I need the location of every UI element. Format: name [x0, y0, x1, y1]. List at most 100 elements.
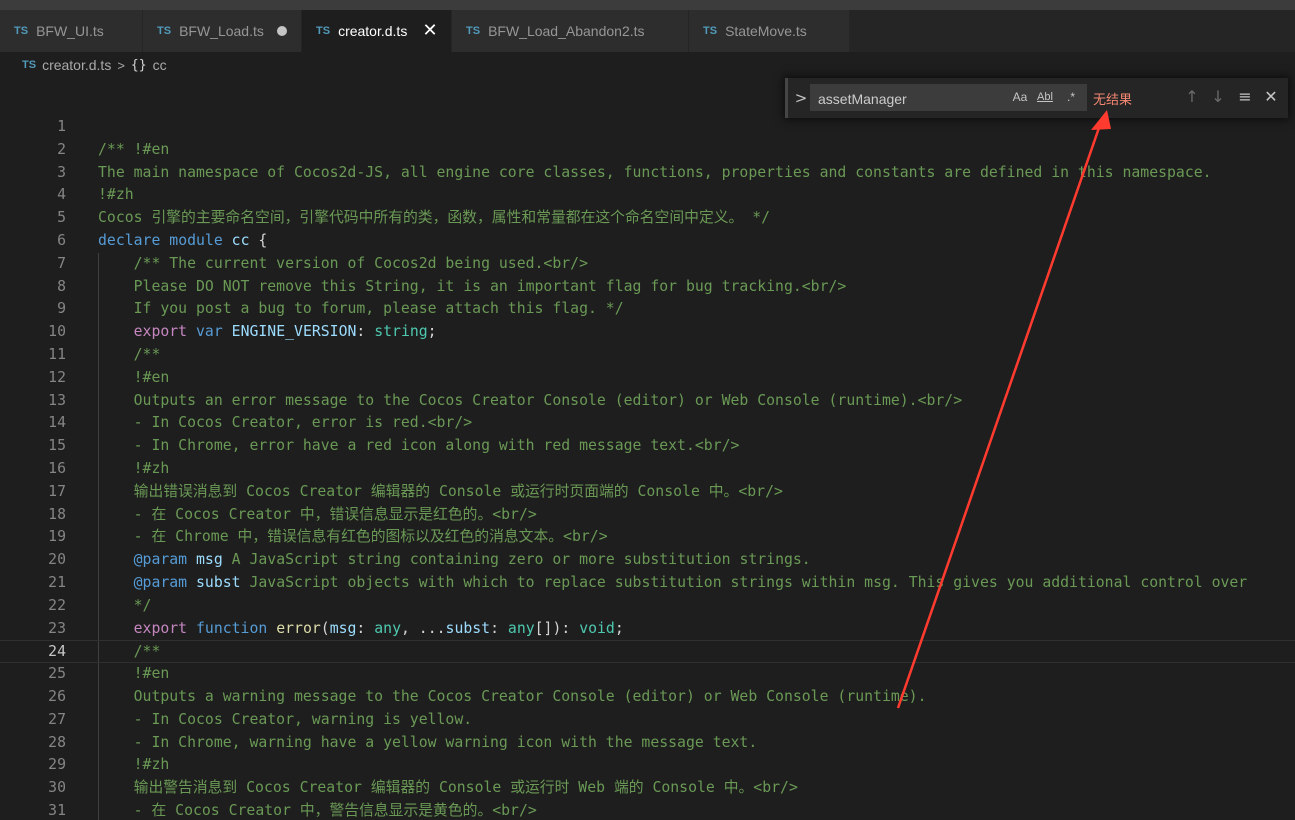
- code-token: string: [374, 323, 428, 341]
- code-line[interactable]: 3 The main namespace of Cocos2d-JS, all e…: [0, 162, 1295, 185]
- unsaved-dot-icon[interactable]: [277, 26, 287, 36]
- previous-match-arrow-up-icon[interactable]: ↑: [1181, 86, 1203, 108]
- code-line[interactable]: 31 - 在 Cocos Creator 中，警告信息显示是黄色的。<br/>: [0, 800, 1295, 820]
- code-line[interactable]: 5 Cocos 引擎的主要命名空间，引擎代码中所有的类，函数，属性和常量都在这个命…: [0, 207, 1295, 230]
- title-bar: [0, 0, 1295, 10]
- code-line[interactable]: 7 /** The current version of Cocos2d bei…: [0, 252, 1295, 276]
- line-number: 22: [48, 596, 66, 614]
- code-line[interactable]: 2 /** !#en: [0, 139, 1295, 162]
- code-line[interactable]: 18 - 在 Cocos Creator 中，错误信息显示是红色的。<br/>: [0, 503, 1295, 527]
- tab-label: BFW_UI.ts: [36, 23, 104, 39]
- code-text: - 在 Cocos Creator 中，错误信息显示是红色的。<br/>: [98, 504, 537, 527]
- code-line[interactable]: 19 - 在 Chrome 中，错误信息有红色的图标以及红色的消息文本。<br/…: [0, 526, 1295, 550]
- tab-bfw-ui[interactable]: TS BFW_UI.ts: [0, 10, 143, 52]
- code-line[interactable]: 12 !#en: [0, 366, 1295, 390]
- line-number: 26: [48, 688, 66, 705]
- vscode-window: TS BFW_UI.ts TS BFW_Load.ts TS creator.d…: [0, 0, 1295, 820]
- toggle-replace-chevron-icon[interactable]: >: [794, 88, 808, 108]
- code-line[interactable]: 15 - In Chrome, error have a red icon al…: [0, 435, 1295, 458]
- code-line[interactable]: 10 export var ENGINE_VERSION: string;: [0, 321, 1295, 344]
- breadcrumb-symbol[interactable]: cc: [153, 57, 167, 73]
- code-token: export: [133, 323, 188, 341]
- code-text: - In Chrome, warning have a yellow warni…: [98, 732, 758, 755]
- line-number: 15: [48, 437, 66, 455]
- code-token: - 在 Cocos Creator 中，错误信息显示是红色的。<br/>: [133, 505, 537, 523]
- code-token: !#zh: [98, 186, 134, 204]
- tab-statemove[interactable]: TS StateMove.ts: [689, 10, 850, 52]
- code-line[interactable]: 24 /**: [0, 640, 1295, 664]
- code-text: !#zh: [98, 184, 134, 207]
- code-line[interactable]: 9 If you post a bug to forum, please att…: [0, 298, 1295, 322]
- code-line[interactable]: 29 !#zh: [0, 754, 1295, 778]
- tab-bfw-load-abandon2[interactable]: TS BFW_Load_Abandon2.ts: [452, 10, 689, 52]
- code-line[interactable]: 25 !#en: [0, 663, 1295, 686]
- tab-label: BFW_Load_Abandon2.ts: [488, 23, 645, 39]
- code-text: - In Chrome, error have a red icon along…: [98, 435, 740, 458]
- close-icon[interactable]: ✕: [421, 19, 439, 41]
- code-text: @param msg A JavaScript string containin…: [98, 549, 811, 572]
- line-number: 5: [57, 209, 66, 227]
- code-line[interactable]: 20 @param msg A JavaScript string contai…: [0, 549, 1295, 572]
- match-whole-word-icon[interactable]: Abl: [1034, 87, 1056, 108]
- breadcrumb-file[interactable]: creator.d.ts: [42, 57, 111, 73]
- match-case-icon[interactable]: Aa: [1009, 87, 1031, 108]
- code-line[interactable]: 30 输出警告消息到 Cocos Creator 编辑器的 Console 或运…: [0, 777, 1295, 800]
- code-line[interactable]: 11 /**: [0, 344, 1295, 367]
- code-token: - In Chrome, error have a red icon along…: [133, 437, 740, 455]
- code-text: - 在 Chrome 中，错误信息有红色的图标以及红色的消息文本。<br/>: [98, 526, 608, 549]
- code-line[interactable]: 6 declare module cc {: [0, 230, 1295, 253]
- code-line[interactable]: 14 - In Cocos Creator, error is red.<br/…: [0, 412, 1295, 436]
- line-number: 20: [48, 551, 66, 569]
- code-line[interactable]: 17 输出错误消息到 Cocos Creator 编辑器的 Console 或运…: [0, 480, 1295, 504]
- find-widget: > Aa Abl .* 无结果 ↑ ↓ ≡ ✕: [785, 78, 1288, 118]
- code-line[interactable]: 26 Outputs a warning message to the Coco…: [0, 686, 1295, 709]
- code-token: !#zh: [133, 756, 170, 774]
- code-text: export var ENGINE_VERSION: string;: [98, 321, 437, 344]
- code-token: - 在 Chrome 中，错误信息有红色的图标以及红色的消息文本。<br/>: [133, 528, 608, 546]
- next-match-arrow-down-icon[interactable]: ↓: [1207, 86, 1229, 108]
- regex-icon[interactable]: .*: [1060, 87, 1082, 108]
- tab-label: BFW_Load.ts: [179, 23, 264, 39]
- code-line[interactable]: 22 */: [0, 594, 1295, 618]
- typescript-file-icon: TS: [703, 25, 718, 37]
- code-text: - In Cocos Creator, error is red.<br/>: [98, 412, 473, 435]
- code-line[interactable]: 1: [0, 116, 1295, 139]
- code-token: Outputs an error message to the Cocos Cr…: [133, 391, 963, 409]
- code-line[interactable]: 23 export function error(msg: any, ...su…: [0, 617, 1295, 641]
- tab-bfw-load[interactable]: TS BFW_Load.ts: [143, 10, 302, 52]
- code-token: msg: [196, 551, 223, 569]
- code-line[interactable]: 21 @param subst JavaScript objects with …: [0, 572, 1295, 595]
- code-line[interactable]: 28 - In Chrome, warning have a yellow wa…: [0, 731, 1295, 755]
- code-token: subst: [196, 574, 241, 591]
- find-input[interactable]: [810, 84, 1010, 113]
- code-line[interactable]: 27 - In Cocos Creator, warning is yellow…: [0, 708, 1295, 732]
- code-token: {: [249, 232, 268, 249]
- line-number: 12: [48, 368, 66, 386]
- close-icon[interactable]: ✕: [1260, 86, 1282, 108]
- tab-creator-d-ts[interactable]: TS creator.d.ts ✕: [302, 10, 452, 52]
- find-in-selection-icon[interactable]: ≡: [1234, 86, 1256, 108]
- code-line[interactable]: 4 !#zh: [0, 184, 1295, 207]
- line-number: 24: [48, 643, 66, 661]
- code-editor[interactable]: 1 2/** !#en 3 The main namespace of Cocos2d…: [0, 116, 1295, 820]
- code-token: @param: [133, 574, 188, 591]
- code-line[interactable]: 16 !#zh: [0, 458, 1295, 481]
- code-line[interactable]: 8 Please DO NOT remove this String, it i…: [0, 275, 1295, 299]
- tab-label: creator.d.ts: [338, 23, 408, 39]
- code-line[interactable]: 13 Outputs an error message to the Cocos…: [0, 389, 1295, 413]
- code-text: !#en: [98, 367, 170, 390]
- code-text: /** The current version of Cocos2d being…: [98, 253, 588, 276]
- code-token: export: [133, 619, 188, 637]
- code-text: - 在 Cocos Creator 中，警告信息显示是黄色的。<br/>: [98, 800, 537, 820]
